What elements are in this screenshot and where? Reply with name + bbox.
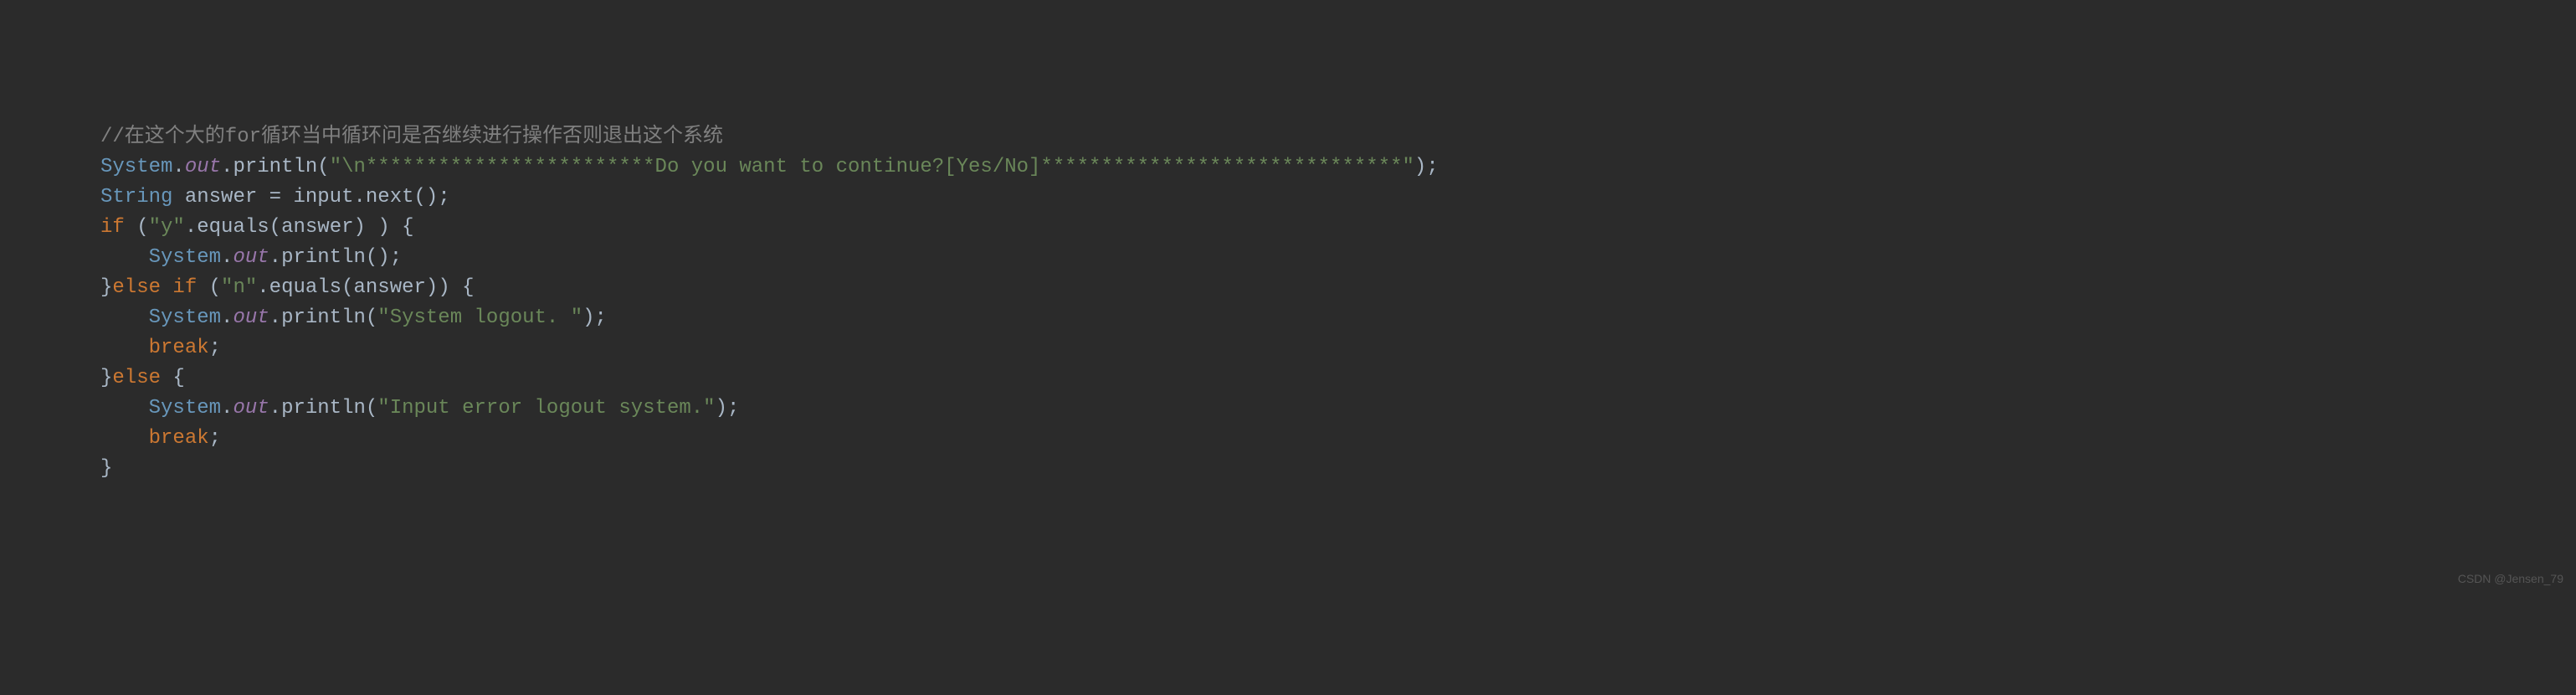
code-line-2: System.out.println("\n******************…	[100, 156, 1439, 178]
class-system: System	[100, 156, 172, 178]
var-input: input	[293, 186, 353, 208]
string-logout: "System logout. "	[377, 306, 582, 329]
code-line-1: //在这个大的for循环当中循环问是否继续进行操作否则退出这个系统	[100, 126, 723, 148]
code-editor[interactable]: //在这个大的for循环当中循环问是否继续进行操作否则退出这个系统 System…	[0, 121, 2576, 484]
comment-text: //在这个大的for循环当中循环问是否继续进行操作否则退出这个系统	[100, 126, 723, 148]
keyword-break: break	[149, 337, 209, 359]
method-println: println	[233, 156, 317, 178]
method-next: next	[366, 186, 414, 208]
code-line-9: }else {	[100, 367, 185, 389]
keyword-if: if	[100, 216, 125, 239]
var-answer: answer	[185, 186, 257, 208]
code-line-6: }else if ("n".equals(answer)) {	[100, 276, 475, 299]
code-line-3: String answer = input.next();	[100, 186, 450, 208]
method-equals: equals	[197, 216, 269, 239]
code-line-5: System.out.println();	[100, 246, 402, 269]
code-line-7: System.out.println("System logout. ");	[100, 306, 607, 329]
string-n: "n"	[221, 276, 257, 299]
code-line-11: break;	[100, 427, 221, 450]
type-string: String	[100, 186, 172, 208]
code-line-10: System.out.println("Input error logout s…	[100, 397, 739, 420]
code-line-4: if ("y".equals(answer) ) {	[100, 216, 414, 239]
keyword-else: else	[112, 276, 161, 299]
watermark-text: CSDN @Jensen_79	[2458, 570, 2563, 588]
field-out: out	[185, 156, 221, 178]
code-line-12: }	[100, 457, 112, 480]
code-line-8: break;	[100, 337, 221, 359]
string-error: "Input error logout system."	[377, 397, 715, 420]
string-y: "y"	[149, 216, 185, 239]
string-literal: "\n************************Do you want t…	[330, 156, 1414, 178]
